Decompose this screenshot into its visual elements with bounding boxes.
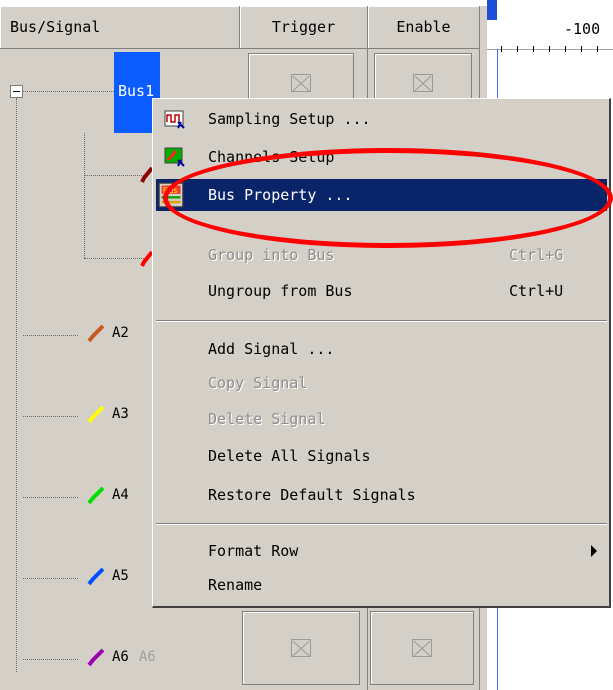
highlight-ellipse	[163, 148, 613, 248]
column-header-enable-label: Enable	[396, 18, 451, 36]
trigger-cell-x-icon	[291, 74, 311, 92]
tree-connector	[23, 91, 114, 92]
menu-separator	[156, 523, 607, 525]
menu-item-copy-signal[interactable]: Copy Signal	[156, 367, 607, 399]
sampling-setup-icon	[164, 110, 185, 129]
tree-connector	[84, 175, 144, 176]
signal-label: A3	[112, 406, 129, 422]
menu-item-delete-signal[interactable]: Delete Signal	[156, 403, 607, 435]
signal-row-a5[interactable]: A5	[86, 566, 129, 586]
signal-row-a4[interactable]: A4	[86, 485, 129, 505]
menu-item-label: Delete All Signals	[208, 447, 371, 465]
tree-connector	[23, 497, 78, 498]
time-ruler: -100	[487, 6, 613, 52]
menu-item-label: Ungroup from Bus	[208, 282, 353, 300]
tree-connector	[23, 335, 78, 336]
enable-cell-a6[interactable]	[370, 611, 474, 685]
column-header-enable[interactable]: Enable	[368, 6, 480, 49]
signal-label: A5	[112, 568, 129, 584]
column-header-trigger-label: Trigger	[271, 18, 336, 36]
submenu-arrow-icon	[591, 545, 597, 557]
signal-row-a2[interactable]: A2	[86, 323, 129, 343]
tree-connector	[23, 416, 78, 417]
probe-icon	[87, 405, 105, 424]
signal-label: A2	[112, 325, 129, 341]
enable-cell-x-icon	[413, 74, 433, 92]
tree-connector	[84, 133, 85, 258]
menu-item-shortcut: Ctrl+U	[509, 282, 564, 300]
channels-setup-icon	[164, 147, 185, 167]
probe-icon	[87, 648, 105, 667]
collapse-bus-toggle[interactable]	[10, 85, 23, 98]
signal-alias: A6	[138, 649, 156, 665]
signal-label: A6	[112, 649, 129, 665]
signal-row-a6[interactable]: A6 A6	[86, 647, 156, 667]
menu-separator	[156, 320, 607, 322]
enable-cell-x-icon	[412, 639, 432, 657]
menu-item-label: Restore Default Signals	[208, 486, 416, 504]
probe-icon	[87, 324, 105, 343]
probe-icon	[87, 486, 105, 505]
ruler-ticks	[501, 46, 611, 52]
menu-item-label: Rename	[208, 576, 263, 594]
menu-item-label: Sampling Setup ...	[208, 110, 371, 128]
column-header-trigger[interactable]: Trigger	[240, 6, 368, 49]
menu-item-label: Group into Bus	[208, 246, 335, 264]
menu-item-ungroup-from-bus[interactable]: Ungroup from Bus Ctrl+U	[156, 275, 607, 307]
column-header-bus-signal-label: Bus/Signal	[10, 18, 101, 36]
tree-connector	[84, 258, 144, 259]
trigger-cell-a6[interactable]	[242, 611, 360, 685]
menu-item-label: Copy Signal	[208, 374, 308, 392]
menu-item-rename[interactable]: Rename	[156, 569, 607, 601]
signal-row-a3[interactable]: A3	[86, 404, 129, 424]
tree-connector	[23, 578, 78, 579]
column-header-bus-signal[interactable]: Bus/Signal	[0, 6, 240, 49]
menu-item-add-signal[interactable]: Add Signal ...	[156, 333, 607, 365]
menu-item-label: Format Row	[208, 542, 299, 560]
tree-connector	[23, 659, 78, 660]
tree-connector	[16, 98, 17, 672]
trigger-cell-x-icon	[291, 639, 311, 657]
bus1-label: Bus1	[118, 82, 155, 100]
ruler-label: -100	[564, 20, 601, 38]
menu-item-label: Add Signal ...	[208, 340, 335, 358]
menu-item-format-row[interactable]: Format Row	[156, 535, 607, 567]
menu-item-delete-all-signals[interactable]: Delete All Signals	[156, 440, 607, 472]
menu-item-label: Delete Signal	[208, 410, 326, 428]
probe-icon	[87, 567, 105, 586]
menu-item-restore-default-signals[interactable]: Restore Default Signals	[156, 479, 607, 511]
time-cursor-marker[interactable]	[487, 0, 497, 20]
signal-label: A4	[112, 487, 129, 503]
menu-item-sampling-setup[interactable]: Sampling Setup ...	[156, 103, 607, 135]
menu-item-shortcut: Ctrl+G	[509, 246, 564, 264]
